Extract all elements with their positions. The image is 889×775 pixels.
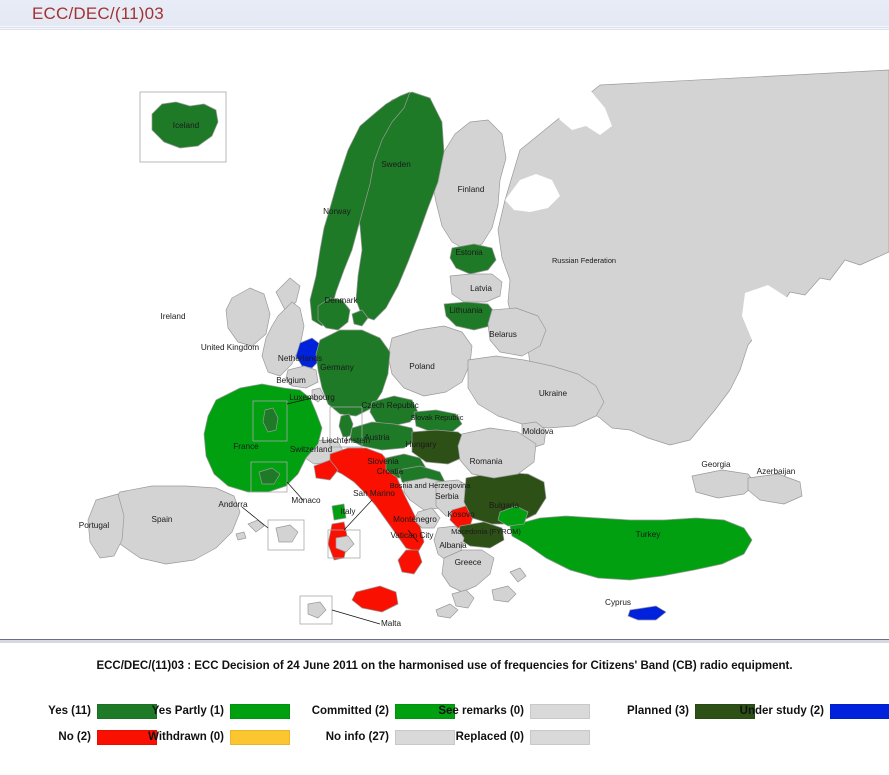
map-label-romania: Romania	[470, 457, 503, 466]
map-label-russian-federation: Russian Federation	[552, 256, 616, 265]
map-label-hungary: Hungary	[406, 440, 438, 449]
map-label-latvia: Latvia	[470, 284, 492, 293]
legend-row-2: No (2) Withdrawn (0) No info (27) Replaced …	[0, 728, 889, 746]
map-label-czech-republic: Czech Republic	[361, 401, 418, 410]
map-label-croatia: Croatia	[377, 467, 404, 476]
map-label-lithuania: Lithuania	[449, 306, 483, 315]
map-label-slovak-republic: Slovak Republic	[411, 413, 464, 422]
legend-label: Under study (2)	[739, 705, 824, 717]
map-label-finland: Finland	[458, 185, 485, 194]
legend-swatch	[830, 703, 889, 719]
map-label-norway: Norway	[323, 207, 352, 216]
map-label-spain: Spain	[152, 515, 173, 524]
map-label-poland: Poland	[409, 362, 435, 371]
map-label-kosovo: Kosovo	[447, 510, 475, 519]
map-label-france: France	[233, 442, 259, 451]
map-label-andorra: Andorra	[218, 500, 248, 509]
map-label-montenegro: Montenegro	[393, 515, 437, 524]
map-label-portugal: Portugal	[79, 521, 110, 530]
map-label-serbia: Serbia	[435, 492, 459, 501]
map-label-sweden: Sweden	[381, 160, 411, 169]
map-label-greece: Greece	[455, 558, 482, 567]
map-label-bosnia-and-herzegovina: Bosnia and Herzegovina	[390, 481, 471, 490]
map-label-iceland: Iceland	[173, 121, 200, 130]
map-label-italy: Italy	[340, 507, 356, 516]
legend-label: Replaced (0)	[455, 731, 524, 743]
map-label-slovenia: Slovenia	[367, 457, 399, 466]
map-label-ireland: Ireland	[160, 312, 185, 321]
map-label-malta: Malta	[381, 619, 401, 628]
map-label-switzerland: Switzerland	[290, 445, 333, 454]
page-title: ECC/DEC/(11)03	[32, 4, 164, 23]
europe-status-map[interactable]: .c{stroke:#9a9a9a;stroke-width:.7;stroke…	[0, 30, 889, 640]
legend: Yes (11) Yes Partly (1) Committed (2) See r…	[0, 702, 889, 760]
legend-item[interactable]: Under study (2)	[0, 702, 889, 720]
decision-caption: ECC/DEC/(11)03 : ECC Decision of 24 June…	[96, 660, 793, 672]
map-label-moldova: Moldova	[523, 427, 554, 436]
legend-item[interactable]: Replaced (0)	[0, 728, 590, 746]
map-label-netherlands: Netherlands	[278, 354, 322, 363]
map-label-estonia: Estonia	[455, 248, 483, 257]
map-label-united-kingdom: United Kingdom	[201, 343, 259, 352]
map-label-vatican-city: Vatican City	[390, 531, 434, 540]
map-label-macedonia-fyrom: Macedonia (FYROM)	[451, 527, 521, 536]
map-label-denmark: Denmark	[324, 296, 358, 305]
map-label-belarus: Belarus	[489, 330, 517, 339]
map-label-ukraine: Ukraine	[539, 389, 568, 398]
map-label-monaco: Monaco	[291, 496, 321, 505]
map-label-albania: Albania	[439, 541, 467, 550]
map-label-germany: Germany	[320, 363, 355, 372]
map-label-azerbaijan: Azerbaijan	[757, 467, 796, 476]
section-divider	[0, 639, 889, 643]
map-canvas[interactable]: .c{stroke:#9a9a9a;stroke-width:.7;stroke…	[0, 30, 889, 640]
map-label-liechtenstein: Liechtenstein	[322, 436, 371, 445]
legend-swatch	[530, 729, 590, 745]
map-label-bulgaria: Bulgaria	[489, 501, 519, 510]
map-label-san-marino: San Marino	[353, 489, 395, 498]
map-label-belgium: Belgium	[276, 376, 306, 385]
map-label-georgia: Georgia	[701, 460, 731, 469]
legend-row-1: Yes (11) Yes Partly (1) Committed (2) See r…	[0, 702, 889, 720]
map-label-turkey: Turkey	[636, 530, 662, 539]
map-label-cyprus: Cyprus	[605, 598, 631, 607]
map-label-luxembourg: Luxembourg	[289, 393, 335, 402]
